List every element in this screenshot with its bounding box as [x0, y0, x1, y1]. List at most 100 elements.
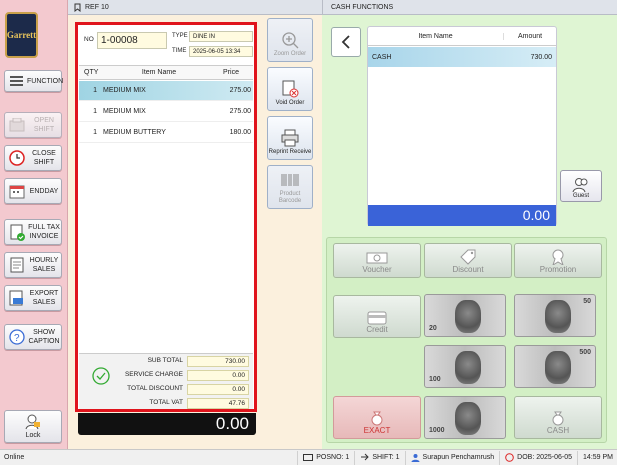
ref-bar: REF 10	[68, 0, 322, 15]
void-order-label: Void Order	[275, 100, 305, 106]
credit-button[interactable]: Credit	[333, 295, 421, 338]
order-type-field: DINE IN	[189, 31, 253, 42]
export-sales-button[interactable]: EXPORT SALES	[4, 285, 62, 311]
cash-bag-icon	[371, 411, 383, 426]
order-header: NO 1-00008 TYPE DINE IN TIME 2025-06-05 …	[79, 26, 253, 64]
full-tax-invoice-button[interactable]: FULL TAX INVOICE	[4, 219, 62, 245]
close-shift-button[interactable]: CLOSE SHIFT	[4, 145, 62, 171]
payment-amount: 730.00	[530, 53, 552, 61]
left-sidebar: Garrett FUNCTION OPEN SHIFT CLOSE SHIFT …	[0, 0, 68, 449]
voucher-label: Voucher	[362, 265, 392, 274]
exact-button[interactable]: EXACT	[333, 396, 421, 439]
open-shift-label: OPEN SHIFT	[33, 117, 55, 133]
sub-total-value: 730.00	[187, 356, 249, 367]
lock-icon	[25, 414, 42, 431]
price-column-header: Price	[223, 69, 239, 76]
sub-total-label: SUB TOTAL	[147, 357, 183, 364]
endday-button[interactable]: ENDDAY	[4, 178, 62, 204]
item-qty: 1	[93, 87, 97, 94]
guest-button[interactable]: Guest	[560, 170, 602, 202]
guest-label: Guest	[572, 193, 589, 199]
ref-label: REF 10	[85, 3, 109, 11]
zoom-order-button[interactable]: Zoom Order	[267, 18, 313, 62]
order-row[interactable]: 1 MEDIUM BUTTERY 180.00	[79, 123, 253, 143]
show-caption-button[interactable]: ? SHOW CAPTION	[4, 324, 62, 350]
invoice-icon	[8, 224, 25, 241]
export-sales-label: EXPORT SALES	[29, 290, 59, 306]
posno-status: POSNO: 1	[297, 450, 354, 465]
back-button[interactable]	[331, 27, 361, 57]
register-icon	[8, 117, 25, 134]
order-panel: NO 1-00008 TYPE DINE IN TIME 2025-06-05 …	[75, 22, 257, 412]
credit-label: Credit	[366, 325, 388, 334]
user-icon	[411, 454, 420, 462]
voucher-icon	[366, 252, 388, 264]
payment-amount-column-header: Amount	[517, 32, 543, 40]
help-icon: ?	[8, 329, 25, 346]
item-name: MEDIUM BUTTERY	[103, 129, 166, 136]
cash-functions-title: CASH FUNCTIONS	[331, 4, 394, 11]
total-vat-label: TOTAL VAT	[149, 399, 183, 406]
banknote-100-value: 100	[429, 376, 441, 383]
dob-value: DOB: 2025-06-05	[517, 454, 573, 461]
total-discount-value: 0.00	[187, 384, 249, 395]
open-shift-button[interactable]: OPEN SHIFT	[4, 112, 62, 138]
promotion-button[interactable]: Promotion	[514, 243, 602, 278]
brand-logo: Garrett	[5, 12, 38, 58]
function-label: FUNCTION	[27, 77, 64, 85]
lock-button[interactable]: Lock	[4, 410, 62, 443]
report-icon	[8, 257, 25, 274]
banknote-1000-button[interactable]: 1000	[424, 396, 506, 439]
hourly-sales-button[interactable]: HOURLY SALES	[4, 252, 62, 278]
show-caption-label: SHOW CAPTION	[28, 329, 60, 345]
menu-icon	[8, 73, 25, 90]
item-qty: 1	[93, 108, 97, 115]
lock-label: Lock	[25, 431, 41, 439]
void-document-icon	[281, 80, 299, 98]
hourly-sales-label: HOURLY SALES	[29, 257, 59, 273]
banknote-500-button[interactable]: 500	[514, 345, 596, 388]
banknote-500-value: 500	[579, 349, 591, 356]
close-shift-label: CLOSE SHIFT	[32, 150, 56, 166]
discount-button[interactable]: Discount	[424, 243, 512, 278]
payment-buttons-panel: Voucher Discount Promotion Credit 20 50 …	[326, 237, 607, 443]
order-row[interactable]: 1 MEDIUM MIX 275.00	[79, 102, 253, 122]
payment-name: CASH	[372, 53, 392, 61]
order-row[interactable]: 1 MEDIUM MIX 275.00	[79, 81, 253, 101]
order-time-field: 2025-06-05 13:34	[189, 46, 253, 57]
total-vat-value: 47.76	[187, 398, 249, 409]
product-barcode-button[interactable]: Product Barcode	[267, 165, 313, 209]
order-no-field: 1-00008	[97, 32, 167, 49]
user-status: Surapun Penchamrush	[404, 450, 500, 465]
function-button[interactable]: FUNCTION	[4, 70, 64, 92]
shift-icon	[361, 453, 370, 461]
user-value: Surapun Penchamrush	[422, 454, 495, 461]
payment-item-column-header: Item Name	[368, 32, 504, 40]
qty-column-header: QTY	[84, 69, 99, 76]
banknote-portrait	[455, 402, 481, 435]
banknote-50-button[interactable]: 50	[514, 294, 596, 337]
reprint-receive-button[interactable]: Reprint Receive	[267, 116, 313, 160]
banknote-portrait	[455, 300, 481, 333]
item-qty: 1	[93, 129, 97, 136]
reprint-receive-label: Reprint Receive	[268, 149, 312, 155]
order-table-header: QTY Item Name Price	[79, 65, 253, 80]
void-order-button[interactable]: Void Order	[267, 67, 313, 111]
monitor-icon	[303, 453, 314, 461]
banknote-20-button[interactable]: 20	[424, 294, 506, 337]
total-discount-label: TOTAL DISCOUNT	[127, 385, 183, 392]
order-type-value: DINE IN	[193, 34, 216, 40]
payment-table-header: Item Name Amount	[368, 27, 556, 46]
cash-button[interactable]: CASH	[514, 396, 602, 439]
payment-total: 0.00	[368, 205, 556, 226]
item-price: 275.00	[229, 108, 251, 115]
banknote-100-button[interactable]: 100	[424, 345, 506, 388]
product-barcode-label: Product Barcode	[278, 191, 302, 204]
banknote-portrait	[455, 351, 481, 384]
order-type-label: TYPE	[172, 33, 188, 39]
payment-row[interactable]: CASH 730.00	[368, 47, 556, 67]
service-charge-label: SERVICE CHARGE	[124, 371, 183, 378]
credit-card-icon	[367, 311, 387, 325]
service-charge-value: 0.00	[187, 370, 249, 381]
voucher-button[interactable]: Voucher	[333, 243, 421, 278]
